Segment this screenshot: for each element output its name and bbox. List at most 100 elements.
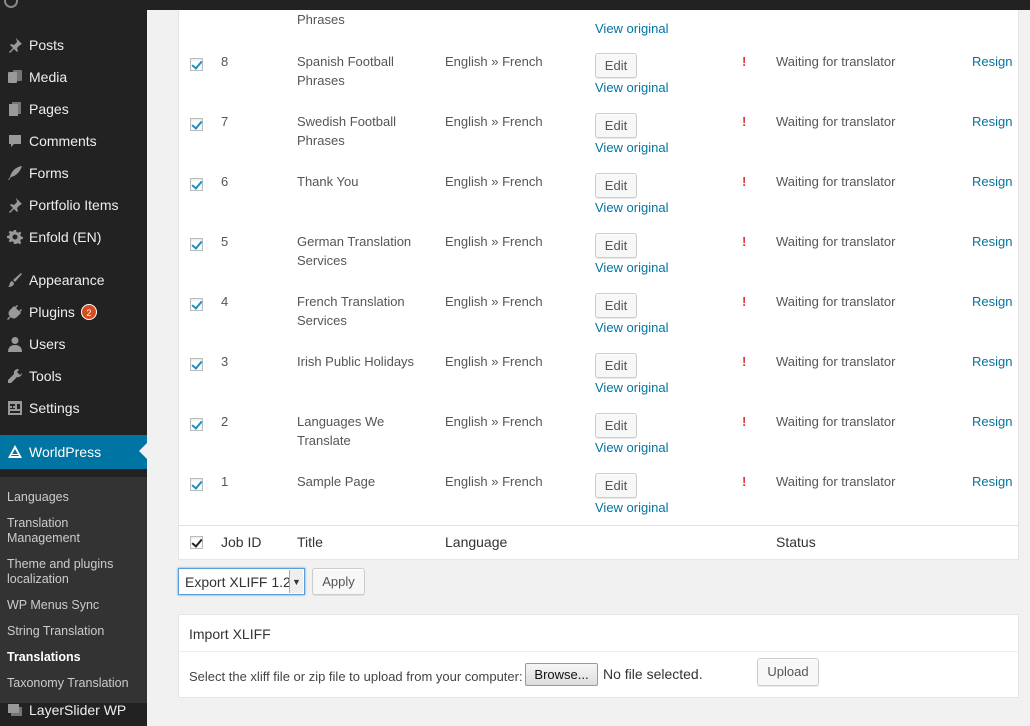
submenu-string-translation[interactable]: String Translation — [7, 624, 143, 639]
pin-icon — [0, 197, 29, 213]
media-icon — [0, 69, 29, 85]
plug-icon — [0, 304, 29, 320]
row-checkbox[interactable] — [190, 418, 203, 431]
job-title: Swedish Football Phrases — [297, 114, 396, 148]
resign-link[interactable]: Resign — [972, 352, 1012, 371]
edit-button[interactable]: Edit — [595, 413, 637, 438]
upload-button[interactable]: Upload — [757, 658, 819, 686]
job-id: 7 — [221, 114, 229, 129]
select-all-checkbox[interactable] — [190, 536, 203, 549]
pages-icon — [0, 101, 29, 117]
edit-button[interactable]: Edit — [595, 53, 637, 78]
resign-link[interactable]: Resign — [972, 112, 1012, 131]
job-language: English » French — [445, 54, 543, 69]
edit-button[interactable]: Edit — [595, 233, 637, 258]
resign-link[interactable]: Resign — [972, 472, 1012, 491]
edit-button[interactable]: Edit — [595, 353, 637, 378]
menu-item-posts[interactable]: Posts — [0, 29, 147, 61]
job-id: 4 — [221, 294, 229, 309]
resign-link[interactable]: Resign — [972, 52, 1012, 71]
job-id: 8 — [221, 54, 229, 69]
worldpress-icon — [0, 444, 29, 460]
menu-item-layerslider[interactable]: LayerSlider WP — [0, 694, 147, 726]
menu-item-settings[interactable]: Settings — [0, 392, 147, 424]
menu-item-enfold[interactable]: Enfold (EN) — [0, 221, 147, 253]
menu-item-media[interactable]: Media — [0, 61, 147, 93]
row-checkbox[interactable] — [190, 238, 203, 251]
edit-button[interactable]: Edit — [595, 173, 637, 198]
edit-button[interactable]: Edit — [595, 293, 637, 318]
submenu-theme-plugins-localization[interactable]: Theme and plugins localization — [7, 557, 143, 587]
menu-label: Comments — [29, 133, 97, 149]
column-status[interactable]: Status — [776, 533, 816, 552]
view-original-link[interactable]: View original — [595, 378, 668, 397]
view-original-link[interactable]: View original — [595, 138, 668, 157]
import-heading: Import XLIFF — [179, 615, 1018, 652]
feather-icon — [0, 165, 29, 181]
view-original-link[interactable]: View original — [595, 198, 668, 217]
warning-icon: ! — [742, 234, 747, 249]
menu-item-forms[interactable]: Forms — [0, 157, 147, 189]
menu-label: Pages — [29, 101, 69, 117]
job-title: Thank You — [297, 174, 359, 189]
worldpress-submenu: Languages Translation Management Theme a… — [0, 477, 147, 703]
submenu-translation-management[interactable]: Translation Management — [7, 516, 143, 546]
resign-link[interactable]: Resign — [972, 172, 1012, 191]
row-checkbox[interactable] — [190, 298, 203, 311]
menu-label: Media — [29, 69, 68, 85]
submenu-wp-menus-sync[interactable]: WP Menus Sync — [7, 598, 143, 613]
menu-label: LayerSlider WP — [29, 702, 127, 718]
menu-item-worldpress[interactable]: WorldPress — [0, 435, 147, 469]
row-checkbox[interactable] — [190, 118, 203, 131]
menu-item-plugins[interactable]: Plugins 2 — [0, 296, 147, 328]
view-original-link[interactable]: View original — [595, 19, 668, 38]
submenu-languages[interactable]: Languages — [7, 490, 143, 505]
menu-item-comments[interactable]: Comments — [0, 125, 147, 157]
menu-item-pages[interactable]: Pages — [0, 93, 147, 125]
column-title[interactable]: Title — [297, 533, 323, 552]
menu-item-tools[interactable]: Tools — [0, 360, 147, 392]
view-original-link[interactable]: View original — [595, 318, 668, 337]
menu-label: Posts — [29, 37, 65, 53]
browse-button[interactable]: Browse... — [525, 663, 598, 686]
row-checkbox[interactable] — [190, 58, 203, 71]
bulk-action-select[interactable]: Export XLIFF 1.2 ▼ — [178, 568, 305, 595]
table-row: 6 Thank You English » French Edit View origi… — [179, 170, 1018, 230]
menu-item-appearance[interactable]: Appearance — [0, 264, 147, 296]
edit-button[interactable]: Edit — [595, 113, 637, 138]
menu-item-portfolio[interactable]: Portfolio Items — [0, 189, 147, 221]
wrench-icon — [0, 368, 29, 384]
warning-icon: ! — [742, 294, 747, 309]
job-id: 3 — [221, 354, 229, 369]
job-status: Waiting for translator — [776, 474, 896, 489]
menu-label: Tools — [29, 368, 62, 384]
warning-icon: ! — [742, 354, 747, 369]
edit-button[interactable]: Edit — [595, 473, 637, 498]
job-title: German Translation Services — [297, 234, 412, 268]
row-checkbox[interactable] — [190, 178, 203, 191]
resign-link[interactable]: Resign — [972, 412, 1012, 431]
column-job-id[interactable]: Job ID — [221, 533, 261, 552]
submenu-taxonomy-translation[interactable]: Taxonomy Translation — [7, 676, 143, 691]
row-checkbox[interactable] — [190, 478, 203, 491]
view-original-link[interactable]: View original — [595, 78, 668, 97]
admin-bar — [0, 0, 1030, 10]
user-icon — [0, 336, 29, 352]
wordpress-logo-icon[interactable] — [4, 0, 18, 8]
menu-item-users[interactable]: Users — [0, 328, 147, 360]
chevron-down-icon[interactable]: ▼ — [289, 570, 303, 593]
view-original-link[interactable]: View original — [595, 438, 668, 457]
view-original-link[interactable]: View original — [595, 258, 668, 277]
resign-link[interactable]: Resign — [972, 232, 1012, 251]
job-language: English » French — [445, 114, 543, 129]
submenu-translations[interactable]: Translations — [7, 650, 143, 665]
column-language[interactable]: Language — [445, 533, 507, 552]
menu-label: Plugins — [29, 304, 75, 320]
import-instructions: Select the xliff file or zip file to upl… — [189, 669, 523, 684]
job-status: Waiting for translator — [776, 414, 896, 429]
job-status: Waiting for translator — [776, 354, 896, 369]
view-original-link[interactable]: View original — [595, 498, 668, 517]
resign-link[interactable]: Resign — [972, 292, 1012, 311]
row-checkbox[interactable] — [190, 358, 203, 371]
apply-button[interactable]: Apply — [312, 568, 365, 595]
